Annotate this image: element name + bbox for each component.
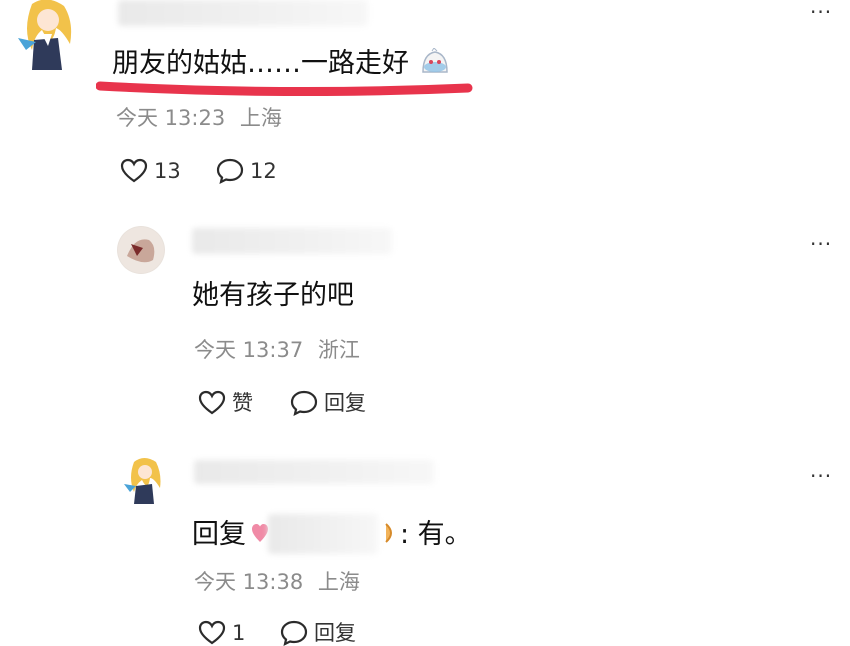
like-count: 13 (154, 158, 181, 183)
comment-text-content: 朋友的姑姑……一路走好 (112, 48, 409, 79)
avatar[interactable] (120, 458, 168, 506)
avatar-image (118, 227, 164, 273)
reply-label: 回复 (324, 390, 366, 415)
comment-text-content: : 有。 (400, 518, 472, 550)
highlight-underline (96, 81, 473, 96)
reply-prefix: 回复 (192, 518, 246, 550)
comment-location: 上海 (239, 106, 282, 130)
like-count: 1 (232, 620, 246, 645)
more-icon[interactable]: ··· (810, 466, 832, 486)
avatar[interactable] (12, 0, 82, 72)
heart-icon (198, 620, 226, 645)
comment-location: 上海 (317, 570, 360, 594)
reply-count: 12 (250, 158, 277, 183)
reply-button[interactable]: 回复 (290, 390, 366, 416)
more-icon[interactable]: ··· (810, 2, 832, 22)
avatar-image (124, 458, 161, 504)
heart-icon (120, 158, 148, 183)
more-icon[interactable]: ··· (810, 234, 832, 254)
username-blurred[interactable] (194, 460, 434, 484)
comment-meta: 今天 13:37 浙江 (194, 340, 360, 361)
comment-bubble-icon (280, 620, 308, 646)
reply-label: 回复 (314, 620, 356, 645)
mentioned-user-blurred[interactable] (248, 514, 398, 554)
reply-button[interactable]: 12 (216, 158, 277, 184)
comment-meta: 今天 13:38 上海 (194, 572, 360, 593)
comment-time: 今天 13:23 (116, 106, 226, 130)
comment-text: 回复 : 有。 (192, 514, 472, 554)
comment-text: 她有孩子的吧 (192, 280, 354, 311)
username-blurred[interactable] (118, 0, 368, 26)
comment-meta: 今天 13:23 上海 (116, 108, 282, 129)
comment-time: 今天 13:38 (194, 570, 304, 594)
avatar[interactable] (117, 226, 165, 274)
username-blurred[interactable] (192, 228, 392, 254)
comment-bubble-icon (290, 390, 318, 416)
like-button[interactable]: 13 (120, 158, 181, 184)
comment-time: 今天 13:37 (194, 338, 304, 362)
badge-end-icon (385, 523, 392, 543)
comment-location: 浙江 (317, 338, 360, 362)
avatar-image (18, 0, 72, 70)
like-button[interactable]: 赞 (198, 390, 253, 416)
like-label: 赞 (232, 390, 253, 415)
like-button[interactable]: 1 (198, 620, 245, 646)
heart-icon (198, 390, 226, 415)
heart-badge-icon (252, 524, 268, 542)
comment-bubble-icon (216, 158, 244, 184)
reply-button[interactable]: 回复 (280, 620, 356, 646)
